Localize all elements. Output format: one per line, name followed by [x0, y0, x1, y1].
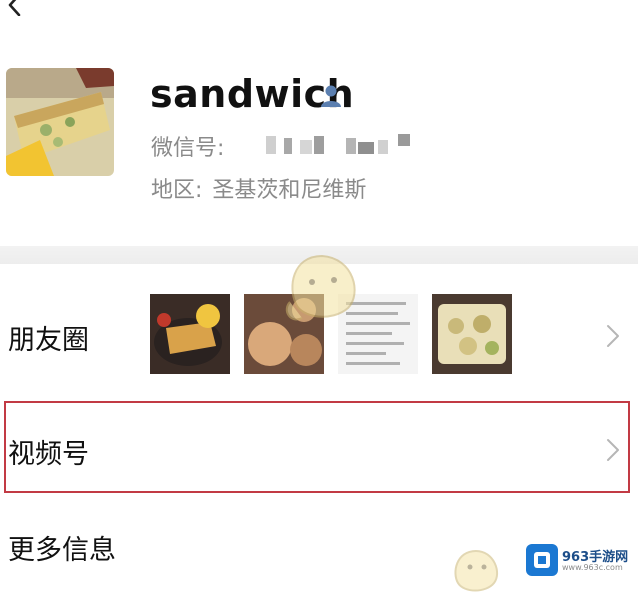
moments-thumbnail[interactable] [150, 294, 230, 374]
watermark-mascot [285, 254, 356, 321]
moments-thumbnail[interactable] [432, 294, 512, 374]
brand-logo-icon [526, 544, 558, 576]
wechat-id-label: 微信号: [151, 136, 225, 161]
site-brand-badge: 963手游网 www.963c.com [526, 544, 634, 578]
moments-row-label[interactable]: 朋友圈 [8, 318, 89, 357]
person-icon [321, 85, 341, 107]
channels-chevron-right-icon[interactable] [606, 438, 620, 462]
back-chevron-icon[interactable] [4, 0, 26, 16]
more-info-row-label[interactable]: 更多信息 [8, 528, 116, 567]
region-value: 圣基茨和尼维斯 [212, 178, 367, 203]
channels-row-label[interactable]: 视频号 [8, 432, 89, 471]
channels-row[interactable] [4, 401, 630, 493]
region-label: 地区: [151, 178, 203, 203]
avatar[interactable] [6, 68, 114, 176]
region-line: 地区: 圣基茨和尼维斯 [151, 172, 366, 204]
moments-chevron-right-icon[interactable] [606, 324, 620, 348]
wechat-id-blurred-value [266, 134, 410, 154]
brand-site: www.963c.com [562, 563, 623, 572]
